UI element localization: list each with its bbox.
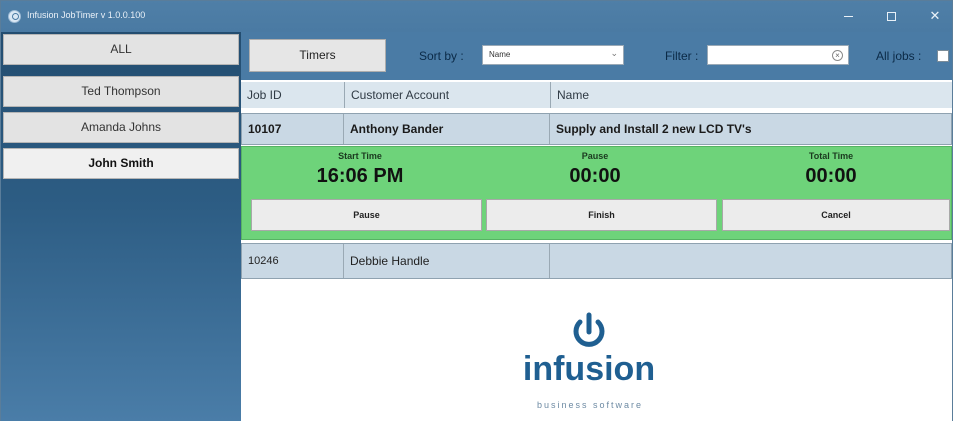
clear-icon[interactable]: × (832, 50, 843, 61)
title-bar[interactable]: Infusion JobTimer v 1.0.0.100 ✕ (1, 1, 952, 32)
jobs-grid: Job ID Customer Account Name 10107 Antho… (241, 80, 952, 421)
close-button[interactable]: ✕ (922, 5, 948, 27)
total-time-label: Total Time (808, 151, 854, 161)
maximize-icon (886, 12, 896, 22)
minimize-button[interactable] (835, 5, 861, 27)
timer-panel: Start Time 16:06 PM Pause 00:00 Total Ti… (241, 146, 952, 240)
start-time-label: Start Time (338, 151, 382, 161)
table-row[interactable]: 10107 Anthony Bander Supply and Install … (241, 113, 952, 145)
toolbar: Timers Sort by : Name ⌄ Filter : × All j… (241, 32, 952, 80)
job-id-cell: 10107 (242, 114, 344, 144)
all-jobs-checkbox[interactable] (937, 50, 949, 62)
sidebar-item-amanda-johns[interactable]: Amanda Johns (3, 112, 239, 143)
grid-header: Job ID Customer Account Name (241, 82, 952, 108)
customer-cell: Debbie Handle (344, 244, 550, 278)
start-time-value: 16:06 PM (316, 165, 404, 187)
timers-button[interactable]: Timers (249, 39, 386, 72)
pause-time-value: 00:00 (569, 165, 621, 187)
table-row[interactable]: 10246 Debbie Handle (241, 243, 952, 279)
job-name-cell: Supply and Install 2 new LCD TV's (556, 122, 752, 136)
sidebar-item-john-smith[interactable]: John Smith (3, 148, 239, 179)
app-icon (8, 10, 21, 23)
chevron-down-icon: ⌄ (610, 48, 618, 58)
sidebar: ALL Ted Thompson Amanda Johns John Smith (1, 32, 241, 421)
sort-by-select[interactable]: Name ⌄ (482, 45, 624, 65)
filter-input[interactable]: × (707, 45, 849, 65)
infusion-logo: infusion business software (521, 312, 681, 421)
finish-button[interactable]: Finish (486, 199, 717, 231)
close-icon: ✕ (929, 8, 941, 23)
sort-by-value: Name (489, 50, 511, 59)
customer-cell: Anthony Bander (344, 114, 550, 144)
logo-wordmark: infusion (522, 350, 656, 388)
logo-tagline: business software (536, 400, 644, 410)
window-title: Infusion JobTimer v 1.0.0.100 (27, 10, 146, 20)
total-time-value: 00:00 (805, 165, 857, 187)
power-icon (573, 312, 605, 347)
all-jobs-label: All jobs : (876, 49, 922, 63)
column-header-customer-account[interactable]: Customer Account (345, 82, 551, 108)
app-window: Infusion JobTimer v 1.0.0.100 ✕ ALL Ted … (0, 0, 953, 421)
job-name-cell (550, 244, 951, 278)
filter-label: Filter : (665, 49, 699, 63)
pause-button[interactable]: Pause (251, 199, 482, 231)
sidebar-item-all[interactable]: ALL (3, 34, 239, 65)
cancel-button[interactable]: Cancel (722, 199, 950, 231)
column-header-name[interactable]: Name (551, 82, 952, 108)
job-id-cell: 10246 (242, 244, 344, 278)
maximize-button[interactable] (878, 5, 904, 27)
column-header-job-id[interactable]: Job ID (241, 82, 345, 108)
sort-by-label: Sort by : (419, 49, 464, 63)
sidebar-item-ted-thompson[interactable]: Ted Thompson (3, 76, 239, 107)
minimize-icon (843, 16, 853, 18)
pause-time-label: Pause (581, 151, 609, 161)
